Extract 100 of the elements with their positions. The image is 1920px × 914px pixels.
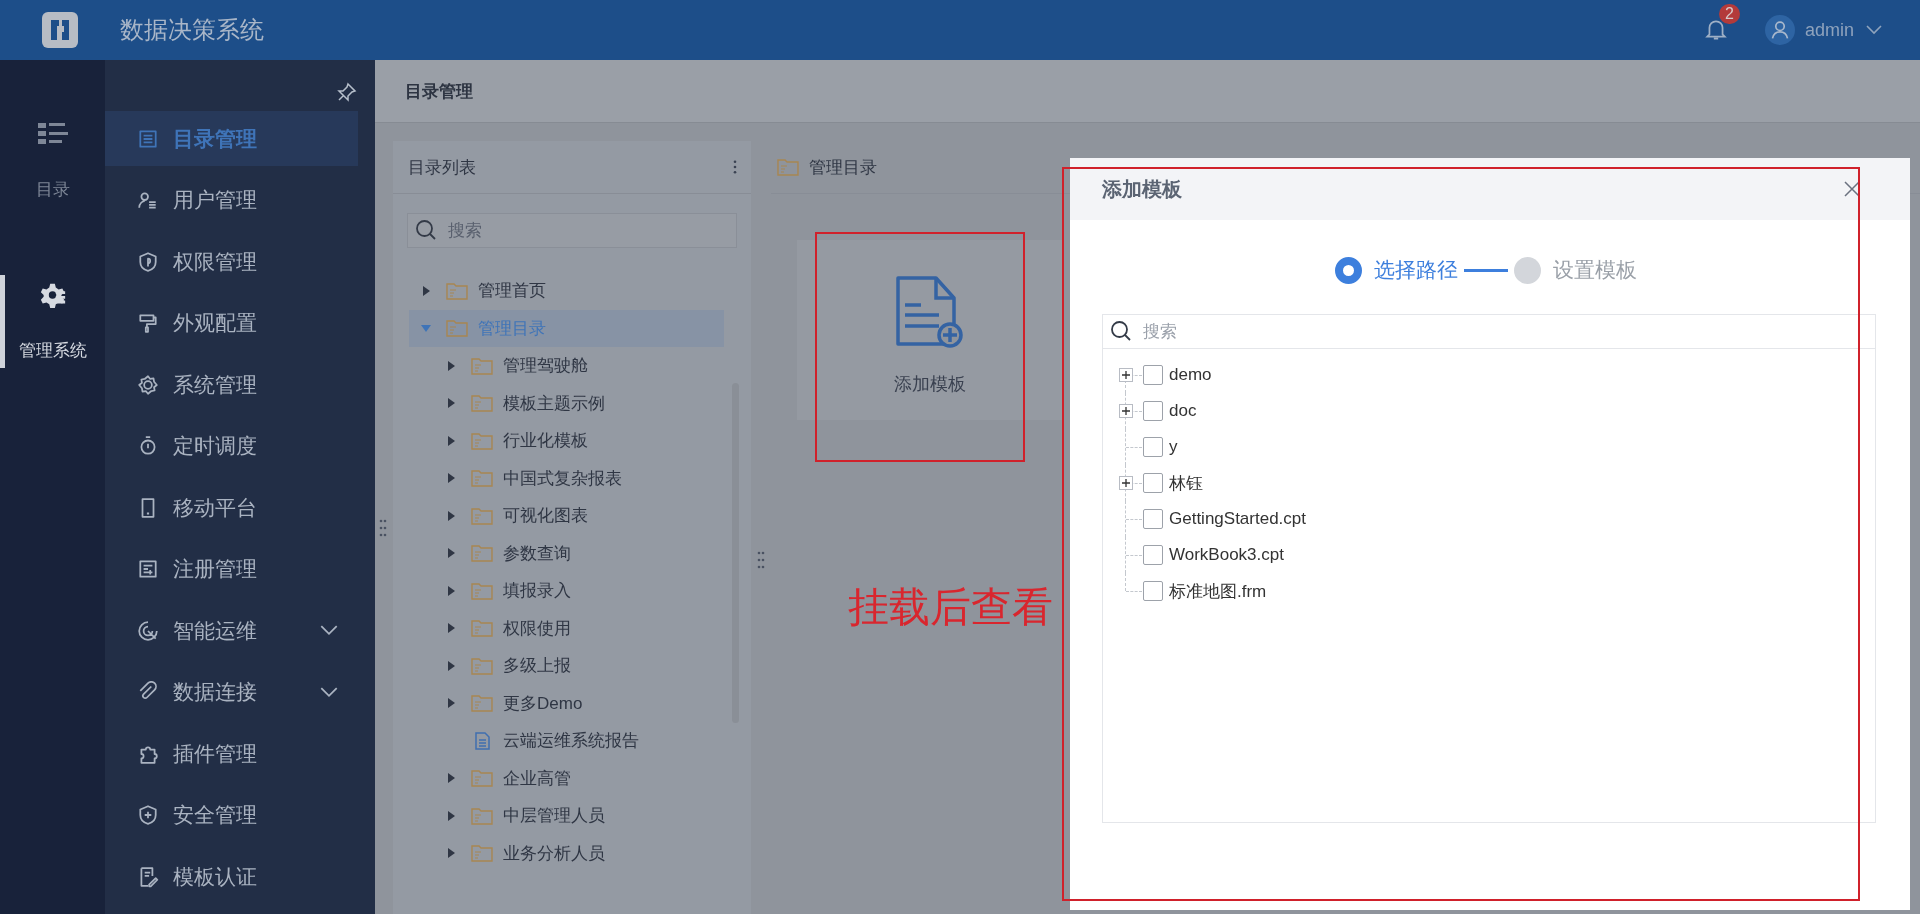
sidebar-item[interactable]: 权限管理 bbox=[105, 234, 358, 289]
tree-item[interactable]: 企业高管 bbox=[409, 759, 724, 797]
tree-item-label[interactable]: WorkBook3.cpt bbox=[1169, 545, 1284, 565]
tree-item[interactable]: 中国式复杂报表 bbox=[409, 459, 724, 497]
sidebar-item[interactable]: 注册管理 bbox=[105, 541, 358, 597]
drag-handle-icon[interactable] bbox=[757, 549, 765, 570]
caret-right-icon[interactable] bbox=[446, 848, 456, 859]
expand-icon[interactable] bbox=[1119, 404, 1133, 418]
sidebar-item[interactable]: 用户管理 bbox=[105, 172, 358, 228]
checkbox[interactable] bbox=[1143, 401, 1163, 421]
document-add-icon bbox=[894, 274, 965, 350]
tree-item[interactable]: 权限使用 bbox=[409, 609, 724, 647]
tree-item[interactable]: 更多Demo bbox=[409, 684, 724, 722]
caret-right-icon[interactable] bbox=[446, 698, 456, 709]
tree-item[interactable]: 业务分析人员 bbox=[409, 834, 724, 872]
drag-handle-icon[interactable] bbox=[379, 517, 387, 538]
caret-right-icon[interactable] bbox=[446, 510, 456, 521]
notification-badge: 2 bbox=[1718, 4, 1740, 24]
sidebar-item[interactable]: 系统管理 bbox=[105, 357, 358, 412]
caret-right-icon[interactable] bbox=[446, 473, 456, 484]
sidebar-item[interactable]: 安全管理 bbox=[105, 787, 358, 843]
folder-icon bbox=[471, 469, 493, 488]
checkbox[interactable] bbox=[1143, 473, 1163, 493]
sidebar-item[interactable]: 外观配置 bbox=[105, 295, 358, 351]
caret-right-icon[interactable] bbox=[446, 660, 456, 671]
caret-right-icon[interactable] bbox=[421, 285, 431, 296]
search-icon bbox=[415, 219, 437, 241]
expand-icon[interactable] bbox=[1119, 368, 1133, 382]
nav-rail-item[interactable]: 目录 bbox=[0, 120, 105, 201]
search-icon bbox=[1110, 320, 1132, 342]
chevron-down-icon[interactable] bbox=[320, 625, 338, 636]
checkbox[interactable] bbox=[1143, 437, 1163, 457]
folder-icon bbox=[777, 158, 799, 176]
checkbox[interactable] bbox=[1143, 365, 1163, 385]
tree-item[interactable]: 填报录入 bbox=[409, 572, 724, 610]
caret-right-icon[interactable] bbox=[446, 360, 456, 371]
avatar-icon[interactable] bbox=[1764, 15, 1795, 45]
sidebar-item[interactable]: 数据连接 bbox=[105, 664, 358, 720]
more-icon[interactable] bbox=[733, 160, 737, 174]
shield-icon bbox=[137, 250, 159, 273]
checkbox[interactable] bbox=[1143, 509, 1163, 529]
search-field[interactable]: 搜索 bbox=[407, 213, 737, 248]
tree-item[interactable]: 可视化图表 bbox=[409, 497, 724, 535]
folder-icon bbox=[471, 619, 493, 638]
tree-item-label[interactable]: 林钰 bbox=[1169, 471, 1203, 495]
tree-item-label[interactable]: GettingStarted.cpt bbox=[1169, 509, 1307, 529]
caret-right-icon[interactable] bbox=[446, 548, 456, 559]
annotation-text: 挂载后查看 bbox=[848, 583, 1053, 632]
chevron-down-icon[interactable] bbox=[320, 686, 338, 698]
tree-item[interactable]: 管理首页 bbox=[409, 272, 724, 310]
tree-item-label[interactable]: 标准地图.frm bbox=[1169, 579, 1267, 603]
tree-item[interactable]: 模板主题示例 bbox=[409, 384, 724, 422]
form-icon bbox=[137, 558, 159, 580]
sidebar-item[interactable]: 移动平台 bbox=[105, 480, 358, 535]
folder-icon bbox=[471, 656, 493, 675]
step: 设置模板 bbox=[1514, 256, 1637, 284]
caret-right-icon[interactable] bbox=[446, 585, 456, 596]
user-name[interactable]: admin bbox=[1804, 19, 1854, 41]
add-template-card[interactable]: 添加模板 bbox=[797, 240, 1062, 420]
page-title: 目录管理 bbox=[405, 80, 473, 103]
dialog-title: 添加模板 bbox=[1102, 176, 1182, 202]
sidebar-item[interactable]: 模板认证 bbox=[105, 849, 358, 904]
app-title: 数据决策系统 bbox=[120, 15, 264, 45]
sidebar-item[interactable]: 智能运维 bbox=[105, 603, 358, 658]
tree-item[interactable]: 参数查询 bbox=[409, 534, 724, 572]
caret-right-icon[interactable] bbox=[446, 398, 456, 409]
sidebar-item[interactable]: 插件管理 bbox=[105, 726, 358, 781]
folder-icon bbox=[471, 394, 493, 413]
tree-item-label[interactable]: doc bbox=[1169, 401, 1197, 421]
tree-item[interactable]: 多级上报 bbox=[409, 647, 724, 685]
list-icon bbox=[137, 127, 159, 150]
paint-roller-icon bbox=[137, 312, 159, 334]
checkbox[interactable] bbox=[1143, 545, 1163, 565]
folder-icon bbox=[471, 544, 493, 563]
close-icon[interactable] bbox=[1844, 181, 1860, 197]
caret-right-icon[interactable] bbox=[446, 435, 456, 446]
chevron-down-icon[interactable] bbox=[1866, 25, 1882, 35]
tree-item[interactable]: 中层管理人员 bbox=[409, 797, 724, 835]
gear-icon bbox=[137, 373, 159, 396]
checkbox[interactable] bbox=[1143, 581, 1163, 601]
bell-icon[interactable] bbox=[1704, 18, 1727, 42]
tree-item[interactable]: 云端运维系统报告 bbox=[409, 722, 724, 760]
tree-item[interactable]: 管理驾驶舱 bbox=[409, 347, 724, 385]
expand-icon[interactable] bbox=[1119, 476, 1133, 490]
tree-item[interactable]: 行业化模板 bbox=[409, 422, 724, 460]
folder-icon bbox=[471, 694, 493, 713]
caret-right-icon[interactable] bbox=[446, 623, 456, 634]
caret-right-icon[interactable] bbox=[446, 773, 456, 784]
logo-icon bbox=[40, 10, 80, 50]
folder-icon bbox=[471, 581, 493, 600]
caret-right-icon[interactable] bbox=[446, 810, 456, 821]
folder-icon bbox=[446, 319, 468, 338]
panel-title: 目录列表 bbox=[408, 156, 476, 179]
tree-item-label[interactable]: demo bbox=[1169, 365, 1212, 385]
pin-icon[interactable] bbox=[337, 82, 357, 102]
tree-item-label[interactable]: y bbox=[1169, 437, 1178, 457]
folder-icon bbox=[471, 506, 493, 525]
shield-plus-icon bbox=[137, 804, 159, 826]
sidebar-item[interactable]: 定时调度 bbox=[105, 418, 358, 474]
folder-icon bbox=[471, 356, 493, 375]
